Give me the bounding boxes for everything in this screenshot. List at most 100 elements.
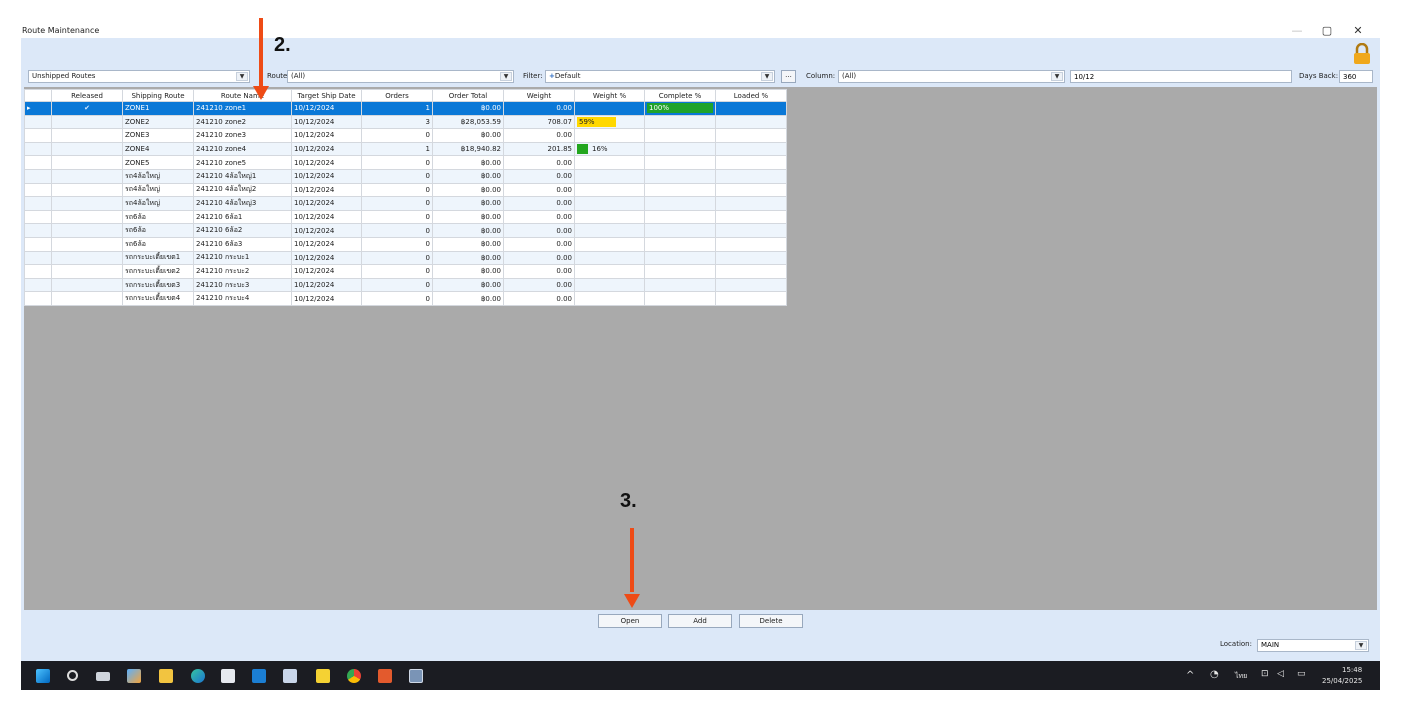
column-dropdown[interactable]: (All) ▼ bbox=[838, 70, 1065, 83]
widgets-icon[interactable] bbox=[127, 669, 141, 683]
column-header-weight[interactable]: Weight bbox=[503, 89, 575, 102]
row-indicator[interactable] bbox=[24, 128, 52, 143]
orders-cell[interactable]: 0 bbox=[361, 277, 433, 293]
route-name-cell[interactable]: 241210 กระบะ3 bbox=[193, 277, 292, 293]
order-total-cell[interactable]: ฿28,053.59 bbox=[432, 114, 504, 130]
weight-cell[interactable]: 0.00 bbox=[503, 196, 575, 211]
weight-pct-cell[interactable] bbox=[574, 196, 645, 211]
released-cell[interactable] bbox=[51, 209, 123, 225]
released-cell[interactable] bbox=[51, 128, 123, 143]
shipping-route-cell[interactable]: รถกระบะเตี้ยเขต4 bbox=[122, 291, 194, 306]
loaded-pct-cell[interactable] bbox=[715, 141, 787, 157]
route-name-cell[interactable]: 241210 zone3 bbox=[193, 128, 292, 143]
target-ship-date-cell[interactable]: 10/12/2024 bbox=[291, 128, 362, 143]
route-name-cell[interactable]: 241210 6ล้อ1 bbox=[193, 209, 292, 225]
complete-pct-cell[interactable] bbox=[644, 141, 716, 157]
route-name-cell[interactable]: 241210 4ล้อใหญ่1 bbox=[193, 168, 292, 184]
loaded-pct-cell[interactable] bbox=[715, 114, 787, 130]
orders-cell[interactable]: 0 bbox=[361, 209, 433, 225]
store-icon[interactable] bbox=[221, 669, 235, 683]
released-cell[interactable] bbox=[51, 223, 123, 238]
target-ship-date-cell[interactable]: 10/12/2024 bbox=[291, 101, 362, 116]
route-dropdown[interactable]: (All) ▼ bbox=[287, 70, 514, 83]
released-cell[interactable] bbox=[51, 196, 123, 211]
order-total-cell[interactable]: ฿0.00 bbox=[432, 250, 504, 266]
order-total-cell[interactable]: ฿0.00 bbox=[432, 155, 504, 170]
complete-pct-cell[interactable] bbox=[644, 236, 716, 252]
target-ship-date-cell[interactable]: 10/12/2024 bbox=[291, 168, 362, 184]
complete-pct-cell[interactable] bbox=[644, 209, 716, 225]
shipping-route-cell[interactable]: รถกระบะเตี้ยเขต2 bbox=[122, 264, 194, 279]
weight-pct-cell[interactable] bbox=[574, 182, 645, 198]
order-total-cell[interactable]: ฿0.00 bbox=[432, 264, 504, 279]
weight-cell[interactable]: 0.00 bbox=[503, 182, 575, 198]
restore-button[interactable]: ▢ bbox=[1317, 24, 1337, 38]
order-total-cell[interactable]: ฿0.00 bbox=[432, 223, 504, 238]
released-cell[interactable] bbox=[51, 182, 123, 198]
released-cell[interactable] bbox=[51, 168, 123, 184]
shipping-route-cell[interactable]: ZONE2 bbox=[122, 114, 194, 130]
weight-pct-cell[interactable]: 16% bbox=[574, 141, 645, 157]
table-row[interactable]: ZONE3 241210 zone3 10/12/2024 0 ฿0.00 0.00 bbox=[24, 128, 787, 143]
row-indicator[interactable]: ▸ bbox=[24, 101, 52, 116]
task-view-icon[interactable] bbox=[96, 672, 110, 681]
route-name-cell[interactable]: 241210 4ล้อใหญ่2 bbox=[193, 182, 292, 198]
orders-cell[interactable]: 0 bbox=[361, 196, 433, 211]
powerpoint-icon[interactable] bbox=[378, 669, 392, 683]
target-ship-date-cell[interactable]: 10/12/2024 bbox=[291, 209, 362, 225]
remote-desktop-icon[interactable] bbox=[283, 669, 297, 683]
location-dropdown[interactable]: MAIN ▼ bbox=[1257, 639, 1369, 652]
lock-icon[interactable] bbox=[1353, 43, 1371, 65]
loaded-pct-cell[interactable] bbox=[715, 168, 787, 184]
complete-pct-cell[interactable] bbox=[644, 196, 716, 211]
order-total-cell[interactable]: ฿0.00 bbox=[432, 196, 504, 211]
shipping-route-cell[interactable]: ZONE1 bbox=[122, 101, 194, 116]
order-total-cell[interactable]: ฿0.00 bbox=[432, 277, 504, 293]
complete-pct-cell[interactable] bbox=[644, 291, 716, 306]
shipping-route-cell[interactable]: ZONE4 bbox=[122, 141, 194, 157]
weight-cell[interactable]: 0.00 bbox=[503, 236, 575, 252]
orders-cell[interactable]: 0 bbox=[361, 128, 433, 143]
weight-pct-cell[interactable] bbox=[574, 209, 645, 225]
column-header-orders[interactable]: Orders bbox=[361, 89, 433, 102]
filter-more-button[interactable]: ... bbox=[781, 70, 796, 83]
table-row[interactable]: ▸ ✔ ZONE1 241210 zone1 10/12/2024 1 ฿0.00 0.00 1… bbox=[24, 101, 787, 116]
complete-pct-cell[interactable] bbox=[644, 114, 716, 130]
released-cell[interactable] bbox=[51, 264, 123, 279]
weight-pct-cell[interactable] bbox=[574, 155, 645, 170]
orders-cell[interactable]: 0 bbox=[361, 236, 433, 252]
orders-cell[interactable]: 0 bbox=[361, 182, 433, 198]
weight-cell[interactable]: 0.00 bbox=[503, 155, 575, 170]
column-header-weight-pct[interactable]: Weight % bbox=[574, 89, 645, 102]
weight-pct-cell[interactable] bbox=[574, 236, 645, 252]
battery-icon[interactable]: ▭ bbox=[1297, 669, 1306, 679]
loaded-pct-cell[interactable] bbox=[715, 196, 787, 211]
route-name-cell[interactable]: 241210 zone5 bbox=[193, 155, 292, 170]
loaded-pct-cell[interactable] bbox=[715, 182, 787, 198]
weight-cell[interactable]: 0.00 bbox=[503, 223, 575, 238]
complete-pct-cell[interactable] bbox=[644, 168, 716, 184]
released-cell[interactable] bbox=[51, 236, 123, 252]
loaded-pct-cell[interactable] bbox=[715, 209, 787, 225]
orders-cell[interactable]: 3 bbox=[361, 114, 433, 130]
weight-cell[interactable]: 0.00 bbox=[503, 250, 575, 266]
released-cell[interactable] bbox=[51, 250, 123, 266]
orders-cell[interactable]: 0 bbox=[361, 264, 433, 279]
file-explorer-icon[interactable] bbox=[159, 669, 173, 683]
column-header-target-ship-date[interactable]: Target Ship Date bbox=[291, 89, 362, 102]
filter-dropdown[interactable]: +Default ▼ bbox=[545, 70, 775, 83]
column-header-order-total[interactable]: Order Total bbox=[432, 89, 504, 102]
released-cell[interactable] bbox=[51, 291, 123, 306]
complete-pct-cell[interactable] bbox=[644, 155, 716, 170]
table-row[interactable]: รถ6ล้อ 241210 6ล้อ1 10/12/2024 0 ฿0.00 0.00 bbox=[24, 209, 787, 225]
route-name-cell[interactable]: 241210 zone4 bbox=[193, 141, 292, 157]
minimize-button[interactable]: — bbox=[1287, 24, 1307, 38]
row-indicator[interactable] bbox=[24, 223, 52, 238]
weight-cell[interactable]: 0.00 bbox=[503, 291, 575, 306]
add-button[interactable]: Add bbox=[668, 614, 732, 628]
shipping-route-cell[interactable]: รถกระบะเตี้ยเขต1 bbox=[122, 250, 194, 266]
order-total-cell[interactable]: ฿0.00 bbox=[432, 128, 504, 143]
row-indicator[interactable] bbox=[24, 277, 52, 293]
row-indicator[interactable] bbox=[24, 209, 52, 225]
weight-pct-cell[interactable] bbox=[574, 168, 645, 184]
